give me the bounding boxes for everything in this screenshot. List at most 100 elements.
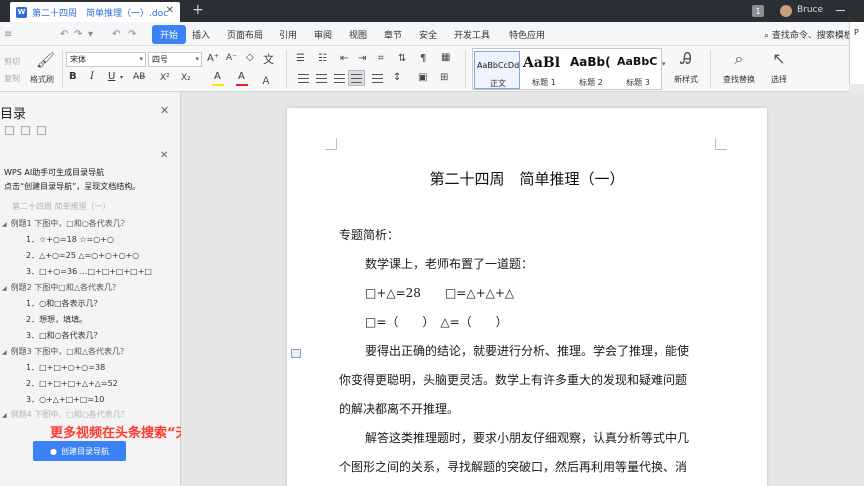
side-panel-edge[interactable]: P bbox=[849, 22, 864, 84]
find-replace-button[interactable]: ⌕ 查找替换 bbox=[718, 50, 760, 85]
borders-icon[interactable]: ▦ bbox=[441, 52, 450, 63]
subscript-icon[interactable]: X₂ bbox=[181, 73, 191, 83]
font-size-select[interactable]: 四号 ▾ bbox=[148, 52, 202, 67]
expand-all-icon[interactable] bbox=[21, 126, 30, 135]
chevron-down-icon[interactable]: ▾ bbox=[120, 74, 123, 81]
bullet-list-icon[interactable]: ☰ bbox=[296, 53, 305, 64]
select-button[interactable]: ↖ 选择 bbox=[764, 50, 794, 85]
align-left-icon[interactable] bbox=[298, 74, 309, 83]
paragraph-marker-icon[interactable] bbox=[291, 349, 301, 358]
menu-special[interactable]: 特色应用 bbox=[509, 28, 545, 41]
shading-icon[interactable]: ▣ bbox=[418, 72, 427, 83]
shrink-font-icon[interactable]: A⁻ bbox=[226, 53, 237, 63]
outline-subitem[interactable]: 3．□和○各代表几？ bbox=[26, 330, 102, 341]
new-style-button[interactable]: Ꭿ 新样式 bbox=[670, 50, 702, 85]
undo-icon[interactable]: ↶ bbox=[112, 29, 120, 40]
outline-item[interactable]: ◢ 例题2 下图中□和△各代表几？ bbox=[2, 282, 120, 293]
format-painter-button[interactable]: 格式刷 bbox=[30, 74, 54, 85]
redo-icon[interactable]: ↷ bbox=[128, 29, 136, 40]
document-canvas[interactable]: 第二十四周 简单推理（一） 专题简析： 数学课上，老师布置了一道题： □+△=2… bbox=[181, 92, 864, 486]
outline-item[interactable]: ◢ 例题1 下图中，□和○各代表几？ bbox=[2, 218, 129, 229]
bold-button[interactable]: B bbox=[69, 71, 77, 82]
pinyin-guide-icon[interactable]: 文 bbox=[263, 51, 274, 67]
qa-dropdown-icon[interactable]: ▾ bbox=[88, 29, 93, 40]
outline-subitem[interactable]: 2．想想，填填。 bbox=[26, 314, 87, 325]
cut-button[interactable]: 剪切 bbox=[4, 56, 20, 67]
style-heading-2[interactable]: AaBb( 标题 2 bbox=[568, 51, 614, 89]
grow-font-icon[interactable]: A⁺ bbox=[207, 53, 219, 64]
redo-icon[interactable]: ↷ bbox=[74, 29, 82, 40]
align-center-icon[interactable] bbox=[316, 74, 327, 83]
close-icon[interactable]: ✕ bbox=[160, 150, 168, 161]
menu-insert[interactable]: 插入 bbox=[192, 28, 210, 41]
table-borders-icon[interactable]: ⊞ bbox=[440, 72, 448, 83]
menu-review[interactable]: 审阅 bbox=[314, 28, 332, 41]
collapse-arrow-icon[interactable]: ◢ bbox=[2, 349, 7, 356]
highlight-button[interactable]: A bbox=[214, 71, 221, 82]
menu-sections[interactable]: 章节 bbox=[384, 28, 402, 41]
outline-heading[interactable]: 第二十四周 简单推理（一） bbox=[12, 201, 111, 212]
close-icon[interactable]: ✕ bbox=[160, 104, 169, 117]
outline-subitem[interactable]: 1．○和□各表示几？ bbox=[26, 298, 102, 309]
clear-format-icon[interactable]: ◇ bbox=[246, 52, 254, 63]
align-right-icon[interactable] bbox=[334, 74, 345, 83]
outline-subitem[interactable]: 2．□+□+□+△+△=52 bbox=[26, 378, 118, 389]
minimize-icon[interactable] bbox=[836, 10, 845, 11]
outline-subitem[interactable]: 3．□+○=36 ...□+□+□+□+□ bbox=[26, 266, 152, 277]
new-tab-button[interactable]: + bbox=[192, 3, 204, 17]
notification-badge[interactable]: 1 bbox=[752, 5, 764, 17]
collapse-arrow-icon[interactable]: ◢ bbox=[2, 285, 7, 292]
outline-subitem[interactable]: 3．○+△+□+□=10 bbox=[26, 394, 104, 405]
document-page[interactable]: 第二十四周 简单推理（一） 专题简析： 数学课上，老师布置了一道题： □+△=2… bbox=[287, 108, 767, 486]
collapse-arrow-icon[interactable]: ◢ bbox=[2, 221, 7, 228]
outline-subitem[interactable]: 1．□+□+○+○=38 bbox=[26, 362, 105, 373]
collapse-arrow-icon[interactable]: ◢ bbox=[2, 412, 7, 419]
font-name-select[interactable]: 宋体 ▾ bbox=[66, 52, 146, 67]
create-nav-button[interactable]: ● 创建目录导航 bbox=[33, 441, 126, 461]
user-name[interactable]: Bruce bbox=[797, 5, 823, 15]
show-marks-icon[interactable]: ¶ bbox=[420, 53, 426, 64]
outline-item[interactable]: ◢ 例题3 下图中，□和△各代表几？ bbox=[2, 346, 128, 357]
chinese-layout-icon[interactable]: ⌗ bbox=[378, 53, 384, 64]
outline-subitem[interactable]: 1．☆+○=18 ☆=○+○ bbox=[26, 234, 114, 245]
outline-subitem[interactable]: 2．△+○=25 △=○+○+○+○ bbox=[26, 250, 139, 261]
style-heading-3[interactable]: AaBbC 标题 3 bbox=[615, 51, 661, 89]
gallery-expand-icon[interactable]: ▾ bbox=[662, 60, 666, 68]
decrease-indent-icon[interactable]: ⇤ bbox=[340, 53, 348, 64]
menu-developer[interactable]: 开发工具 bbox=[454, 28, 490, 41]
underline-button[interactable]: U bbox=[108, 71, 115, 82]
menu-home[interactable]: 开始 bbox=[152, 25, 187, 44]
close-tab-icon[interactable]: ✕ bbox=[166, 5, 174, 16]
line-spacing-icon[interactable]: ↕ bbox=[393, 72, 401, 83]
paragraph: 你变得更聪明，头脑更灵活。数学上有许多重大的发现和疑难问题 bbox=[339, 373, 688, 387]
menu-view[interactable]: 视图 bbox=[349, 28, 367, 41]
char-border-icon[interactable]: Ａ bbox=[261, 72, 271, 87]
outline-item[interactable]: ◢ 例题4 下图中，□和○各代表几？ bbox=[2, 409, 129, 420]
justify-button[interactable] bbox=[348, 70, 365, 86]
create-nav-label: 创建目录导航 bbox=[60, 446, 109, 456]
superscript-icon[interactable]: X² bbox=[160, 73, 170, 83]
sort-icon[interactable]: ⇅ bbox=[398, 53, 406, 64]
paragraph: □+△=28 □=△+△+△ bbox=[365, 286, 515, 300]
menu-references[interactable]: 引用 bbox=[279, 28, 297, 41]
avatar[interactable] bbox=[780, 5, 792, 17]
undo-icon[interactable]: ↶ bbox=[60, 29, 68, 40]
collapse-all-icon[interactable] bbox=[5, 126, 14, 135]
distributed-icon[interactable] bbox=[372, 74, 383, 83]
document-tab[interactable]: W 第二十四周 简单推理（一）.doc ✕ bbox=[10, 2, 180, 22]
italic-button[interactable]: I bbox=[90, 71, 94, 82]
copy-button[interactable]: 复制 bbox=[4, 73, 20, 84]
strikethrough-icon[interactable]: A̶B̶ bbox=[133, 72, 145, 82]
select-label: 选择 bbox=[771, 75, 787, 84]
numbered-list-icon[interactable]: ☷ bbox=[318, 53, 327, 64]
font-color-button[interactable]: A bbox=[238, 71, 245, 82]
margin-corner-mark bbox=[715, 138, 727, 150]
add-heading-icon[interactable] bbox=[37, 126, 46, 135]
style-heading-1[interactable]: AaBl 标题 1 bbox=[521, 51, 567, 89]
menu-overflow-icon[interactable]: ≡ bbox=[4, 29, 12, 40]
menu-page-layout[interactable]: 页面布局 bbox=[227, 28, 263, 41]
command-search[interactable]: ⌕ 查找命令、搜索模板 bbox=[764, 28, 853, 41]
style-normal[interactable]: AaBbCcDd 正文 bbox=[474, 51, 520, 89]
menu-security[interactable]: 安全 bbox=[419, 28, 437, 41]
increase-indent-icon[interactable]: ⇥ bbox=[358, 53, 366, 64]
